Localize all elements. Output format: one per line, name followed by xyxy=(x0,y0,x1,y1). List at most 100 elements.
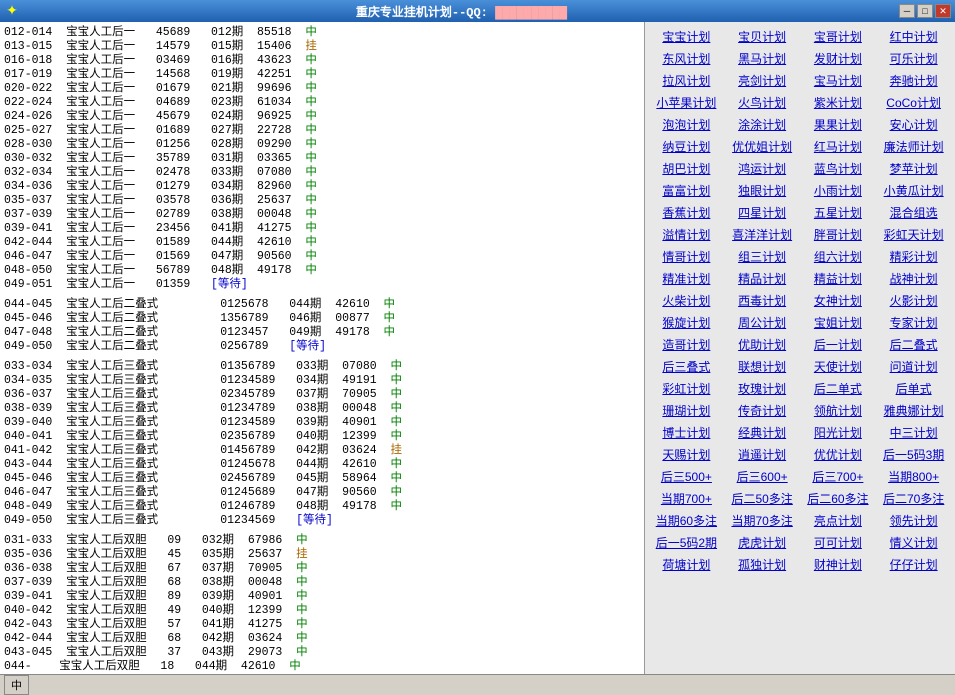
plan-button[interactable]: 雅典娜计划 xyxy=(876,400,951,421)
plan-button[interactable]: 可可计划 xyxy=(801,532,876,553)
status-button[interactable]: 中 xyxy=(4,675,29,695)
plan-button[interactable]: 宝宝计划 xyxy=(649,26,724,47)
plan-button[interactable]: 情义计划 xyxy=(876,532,951,553)
plan-button[interactable]: 独眼计划 xyxy=(725,180,800,201)
plan-button[interactable]: 精益计划 xyxy=(801,268,876,289)
plan-button[interactable]: 喜洋洋计划 xyxy=(725,224,800,245)
plan-button[interactable]: 孤独计划 xyxy=(725,554,800,575)
plan-button[interactable]: 后二单式 xyxy=(801,378,876,399)
plan-button[interactable]: 小黄瓜计划 xyxy=(876,180,951,201)
plan-button[interactable]: 领航计划 xyxy=(801,400,876,421)
plan-button[interactable]: 精品计划 xyxy=(725,268,800,289)
plan-button[interactable]: 组六计划 xyxy=(801,246,876,267)
left-scroll-area[interactable]: 012-014 宝宝人工后一 45689 012期 85518 中013-015… xyxy=(0,22,644,674)
plan-button[interactable]: 果果计划 xyxy=(801,114,876,135)
plan-button[interactable]: 组三计划 xyxy=(725,246,800,267)
plan-button[interactable]: 香蕉计划 xyxy=(649,202,724,223)
plan-button[interactable]: 四星计划 xyxy=(725,202,800,223)
plan-button[interactable]: 后三600+ xyxy=(725,466,800,487)
plan-button[interactable]: 天使计划 xyxy=(801,356,876,377)
plan-button[interactable]: 天赐计划 xyxy=(649,444,724,465)
plan-button[interactable]: 问道计划 xyxy=(876,356,951,377)
plan-button[interactable]: 西毒计划 xyxy=(725,290,800,311)
plan-button[interactable]: 胖哥计划 xyxy=(801,224,876,245)
plan-button[interactable]: 专家计划 xyxy=(876,312,951,333)
plan-button[interactable]: 后三叠式 xyxy=(649,356,724,377)
plan-button[interactable]: 后一5码3期 xyxy=(876,444,951,465)
plan-button[interactable]: 传奇计划 xyxy=(725,400,800,421)
plan-button[interactable]: 亮剑计划 xyxy=(725,70,800,91)
plan-button[interactable]: 后二60多注 xyxy=(801,488,876,509)
plan-button[interactable]: 荷塘计划 xyxy=(649,554,724,575)
plan-button[interactable]: 发财计划 xyxy=(801,48,876,69)
plan-button[interactable]: 宝哥计划 xyxy=(801,26,876,47)
plan-button[interactable]: 宝马计划 xyxy=(801,70,876,91)
plan-button[interactable]: 富富计划 xyxy=(649,180,724,201)
plan-button[interactable]: 可乐计划 xyxy=(876,48,951,69)
plan-button[interactable]: 周公计划 xyxy=(725,312,800,333)
plan-button[interactable]: 战神计划 xyxy=(876,268,951,289)
plan-button[interactable]: 拉风计划 xyxy=(649,70,724,91)
plan-button[interactable]: 后三700+ xyxy=(801,466,876,487)
plan-button[interactable]: 宝贝计划 xyxy=(725,26,800,47)
plan-button[interactable]: 彩虹天计划 xyxy=(876,224,951,245)
plan-button[interactable]: 中三计划 xyxy=(876,422,951,443)
plan-button[interactable]: 当期800+ xyxy=(876,466,951,487)
plan-button[interactable]: 奔驰计划 xyxy=(876,70,951,91)
maximize-button[interactable]: □ xyxy=(917,4,933,18)
plan-button[interactable]: 猴旋计划 xyxy=(649,312,724,333)
close-button[interactable]: ✕ xyxy=(935,4,951,18)
plan-button[interactable]: 廉法师计划 xyxy=(876,136,951,157)
plan-button[interactable]: 领先计划 xyxy=(876,510,951,531)
plan-button[interactable]: 情哥计划 xyxy=(649,246,724,267)
plan-button[interactable]: 五星计划 xyxy=(801,202,876,223)
plan-button[interactable]: 鸿运计划 xyxy=(725,158,800,179)
plan-button[interactable]: 宝姐计划 xyxy=(801,312,876,333)
plan-button[interactable]: 火影计划 xyxy=(876,290,951,311)
plan-button[interactable]: 东风计划 xyxy=(649,48,724,69)
plan-button[interactable]: 火柴计划 xyxy=(649,290,724,311)
plan-button[interactable]: 优优计划 xyxy=(801,444,876,465)
plan-button[interactable]: 火鸟计划 xyxy=(725,92,800,113)
plan-button[interactable]: 仔仔计划 xyxy=(876,554,951,575)
plan-button[interactable]: 后三500+ xyxy=(649,466,724,487)
plan-button[interactable]: 后一5码2期 xyxy=(649,532,724,553)
plan-button[interactable]: 紫米计划 xyxy=(801,92,876,113)
plan-button[interactable]: 红中计划 xyxy=(876,26,951,47)
plan-button[interactable]: 后单式 xyxy=(876,378,951,399)
plan-button[interactable]: 联想计划 xyxy=(725,356,800,377)
plan-button[interactable]: 财神计划 xyxy=(801,554,876,575)
plan-button[interactable]: 混合组选 xyxy=(876,202,951,223)
plan-button[interactable]: 红马计划 xyxy=(801,136,876,157)
plan-button[interactable]: 女神计划 xyxy=(801,290,876,311)
plan-button[interactable]: 纳豆计划 xyxy=(649,136,724,157)
plan-button[interactable]: 彩虹计划 xyxy=(649,378,724,399)
plan-button[interactable]: 胡巴计划 xyxy=(649,158,724,179)
plan-button[interactable]: 亮点计划 xyxy=(801,510,876,531)
plan-button[interactable]: 阳光计划 xyxy=(801,422,876,443)
plan-button[interactable]: 梦苹计划 xyxy=(876,158,951,179)
plan-button[interactable]: 珊瑚计划 xyxy=(649,400,724,421)
plan-button[interactable]: CoCo计划 xyxy=(876,92,951,113)
plan-button[interactable]: 当期70多注 xyxy=(725,510,800,531)
plan-button[interactable]: 后一计划 xyxy=(801,334,876,355)
plan-button[interactable]: 虎虎计划 xyxy=(725,532,800,553)
plan-button[interactable]: 优助计划 xyxy=(725,334,800,355)
plan-button[interactable]: 涂涂计划 xyxy=(725,114,800,135)
minimize-button[interactable]: ─ xyxy=(899,4,915,18)
plan-button[interactable]: 逍遥计划 xyxy=(725,444,800,465)
plan-button[interactable]: 小雨计划 xyxy=(801,180,876,201)
plan-button[interactable]: 博士计划 xyxy=(649,422,724,443)
plan-button[interactable]: 小苹果计划 xyxy=(649,92,724,113)
plan-button[interactable]: 经典计划 xyxy=(725,422,800,443)
plan-button[interactable]: 蓝鸟计划 xyxy=(801,158,876,179)
plan-button[interactable]: 后二70多注 xyxy=(876,488,951,509)
plan-button[interactable]: 后二叠式 xyxy=(876,334,951,355)
plan-button[interactable]: 安心计划 xyxy=(876,114,951,135)
plan-button[interactable]: 溢情计划 xyxy=(649,224,724,245)
plan-button[interactable]: 泡泡计划 xyxy=(649,114,724,135)
plan-button[interactable]: 玫瑰计划 xyxy=(725,378,800,399)
plan-button[interactable]: 当期60多注 xyxy=(649,510,724,531)
plan-button[interactable]: 黑马计划 xyxy=(725,48,800,69)
plan-button[interactable]: 当期700+ xyxy=(649,488,724,509)
